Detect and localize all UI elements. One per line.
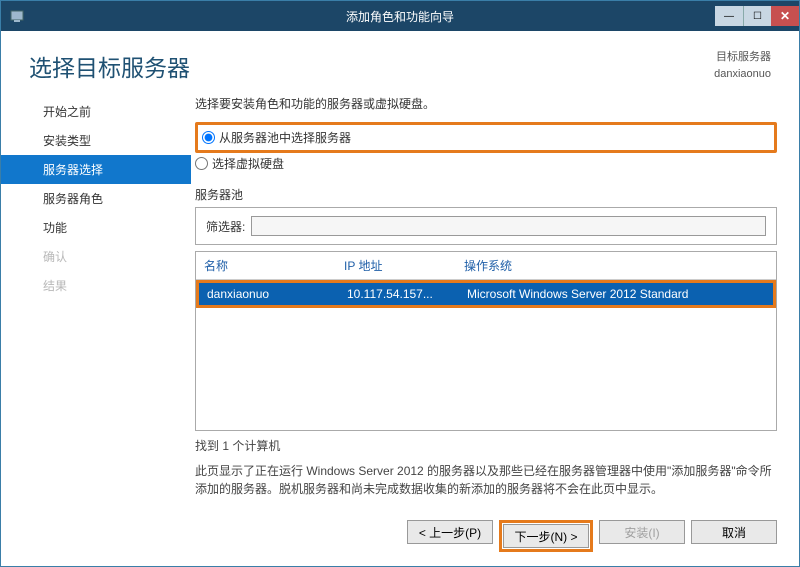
sidebar-item-server-roles[interactable]: 服务器角色 xyxy=(1,184,191,213)
sidebar: 开始之前 安装类型 服务器选择 服务器角色 功能 确认 结果 xyxy=(1,91,191,510)
prompt-text: 选择要安装角色和功能的服务器或虚拟硬盘。 xyxy=(195,95,777,112)
radio-server-pool-label: 从服务器池中选择服务器 xyxy=(219,129,351,146)
cell-os: Microsoft Windows Server 2012 Standard xyxy=(459,283,773,305)
radio-vhd-input[interactable] xyxy=(195,157,208,170)
radio-server-pool[interactable]: 从服务器池中选择服务器 xyxy=(202,127,770,148)
cancel-button[interactable]: 取消 xyxy=(691,520,777,544)
filter-input[interactable] xyxy=(251,216,766,236)
sidebar-item-results: 结果 xyxy=(1,271,191,300)
minimize-button[interactable]: — xyxy=(715,6,743,26)
install-button: 安装(I) xyxy=(599,520,685,544)
filter-box: 筛选器: xyxy=(195,207,777,245)
sidebar-item-confirm: 确认 xyxy=(1,242,191,271)
description-text: 此页显示了正在运行 Windows Server 2012 的服务器以及那些已经… xyxy=(195,462,777,498)
titlebar: 添加角色和功能向导 — ☐ ✕ xyxy=(1,1,799,31)
window-controls: — ☐ ✕ xyxy=(715,6,799,26)
main: 开始之前 安装类型 服务器选择 服务器角色 功能 确认 结果 选择要安装角色和功… xyxy=(1,91,799,510)
table-row[interactable]: danxiaonuo 10.117.54.157... Microsoft Wi… xyxy=(199,283,773,305)
cell-name: danxiaonuo xyxy=(199,283,339,305)
radio-server-pool-input[interactable] xyxy=(202,131,215,144)
next-button[interactable]: 下一步(N) > xyxy=(503,524,589,548)
header: 选择目标服务器 目标服务器 danxiaonuo xyxy=(1,31,799,91)
grid-header: 名称 IP 地址 操作系统 xyxy=(196,252,776,280)
sidebar-item-before-begin[interactable]: 开始之前 xyxy=(1,97,191,126)
target-value: danxiaonuo xyxy=(714,66,771,83)
pool-label: 服务器池 xyxy=(195,186,777,203)
filter-label: 筛选器: xyxy=(206,218,245,235)
app-icon xyxy=(9,8,25,24)
prev-button[interactable]: < 上一步(P) xyxy=(407,520,493,544)
server-grid: 名称 IP 地址 操作系统 danxiaonuo 10.117.54.157..… xyxy=(195,251,777,431)
header-target: 目标服务器 danxiaonuo xyxy=(714,49,771,82)
wizard-window: 添加角色和功能向导 — ☐ ✕ 选择目标服务器 目标服务器 danxiaonuo… xyxy=(0,0,800,567)
window-title: 添加角色和功能向导 xyxy=(1,8,799,25)
page-title: 选择目标服务器 xyxy=(29,49,190,83)
grid-body: danxiaonuo 10.117.54.157... Microsoft Wi… xyxy=(196,280,776,430)
radio-vhd[interactable]: 选择虚拟硬盘 xyxy=(195,153,777,174)
sidebar-item-server-selection[interactable]: 服务器选择 xyxy=(1,155,191,184)
maximize-button[interactable]: ☐ xyxy=(743,6,771,26)
close-button[interactable]: ✕ xyxy=(771,6,799,26)
sidebar-item-install-type[interactable]: 安装类型 xyxy=(1,126,191,155)
body: 选择目标服务器 目标服务器 danxiaonuo 开始之前 安装类型 服务器选择… xyxy=(1,31,799,566)
col-os[interactable]: 操作系统 xyxy=(456,252,776,279)
highlight-next: 下一步(N) > xyxy=(499,520,593,552)
found-count: 找到 1 个计算机 xyxy=(195,437,777,454)
highlight-radio-pool: 从服务器池中选择服务器 xyxy=(195,122,777,153)
radio-vhd-label: 选择虚拟硬盘 xyxy=(212,155,284,172)
col-ip[interactable]: IP 地址 xyxy=(336,252,456,279)
highlight-selected-row: danxiaonuo 10.117.54.157... Microsoft Wi… xyxy=(196,280,776,308)
cell-ip: 10.117.54.157... xyxy=(339,283,459,305)
content: 选择要安装角色和功能的服务器或虚拟硬盘。 从服务器池中选择服务器 选择虚拟硬盘 … xyxy=(191,91,799,510)
footer: < 上一步(P) 下一步(N) > 安装(I) 取消 xyxy=(1,510,799,566)
col-name[interactable]: 名称 xyxy=(196,252,336,279)
radio-group: 从服务器池中选择服务器 选择虚拟硬盘 xyxy=(195,122,777,174)
target-label: 目标服务器 xyxy=(714,49,771,66)
sidebar-item-features[interactable]: 功能 xyxy=(1,213,191,242)
